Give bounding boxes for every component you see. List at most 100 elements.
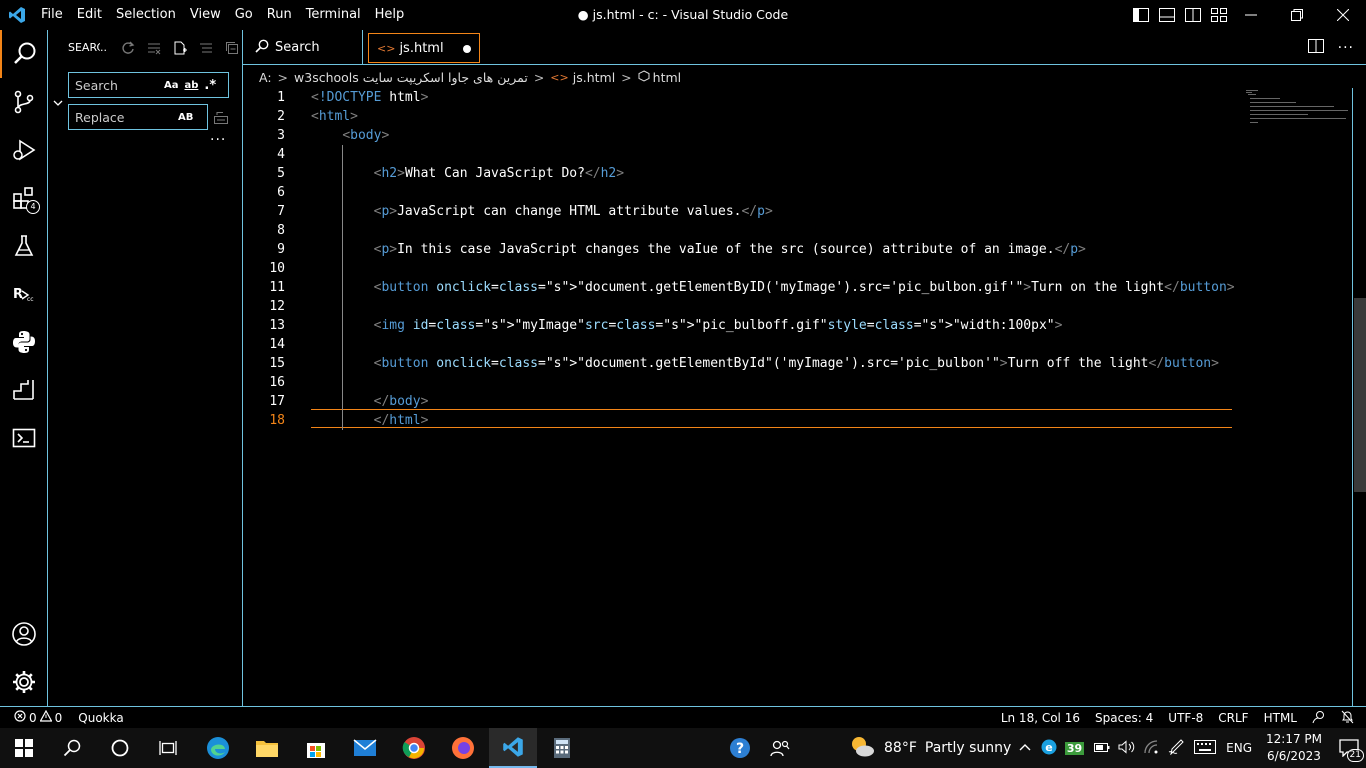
run-debug-icon[interactable] <box>0 126 48 174</box>
refresh-icon[interactable] <box>119 39 137 57</box>
menu-edit[interactable]: Edit <box>70 0 109 30</box>
breadcrumb-file[interactable]: js.html <box>573 70 615 85</box>
breadcrumb-folder[interactable]: تمرین های جاوا اسکریپت سایت w3schools <box>294 70 528 85</box>
menu-help[interactable]: Help <box>368 0 412 30</box>
collapse-all-icon[interactable] <box>223 39 241 57</box>
view-as-tree-icon[interactable] <box>197 39 215 57</box>
indentation[interactable]: Spaces: 4 <box>1095 711 1153 725</box>
search-details-toggle[interactable]: ... <box>210 128 226 144</box>
tray-app-badge[interactable]: 39 <box>1064 741 1085 755</box>
new-search-editor-icon[interactable] <box>171 39 189 57</box>
extensions-icon[interactable]: 4 <box>0 174 48 222</box>
terminal-icon[interactable] <box>0 414 48 462</box>
touch-keyboard-icon[interactable] <box>1194 739 1217 757</box>
search-view-icon[interactable] <box>0 30 48 78</box>
firefox-browser-icon[interactable] <box>439 728 487 768</box>
notifications-bell-icon[interactable] <box>1341 710 1354 727</box>
menu-terminal[interactable]: Terminal <box>299 0 368 30</box>
code-line[interactable]: 18 </html> <box>243 411 1343 430</box>
account-icon[interactable] <box>0 610 48 658</box>
code-line[interactable]: 7 <p>JavaScript can change HTML attribut… <box>243 202 1343 221</box>
staircase-icon[interactable] <box>0 366 48 414</box>
preserve-case-toggle[interactable]: AB <box>175 112 196 123</box>
code-line[interactable]: 1 <!DOCTYPE html> <box>243 88 1343 107</box>
code-line[interactable]: 8 <box>243 221 1343 240</box>
menu-go[interactable]: Go <box>228 0 260 30</box>
customize-layout-icon[interactable] <box>1210 6 1228 24</box>
language-mode[interactable]: HTML <box>1264 711 1297 725</box>
people-search-icon[interactable] <box>756 728 804 768</box>
code-line[interactable]: 6 <box>243 183 1343 202</box>
code-line[interactable]: 13 <img id=class="s">"myImage"src=class=… <box>243 316 1343 335</box>
input-language[interactable]: ENG <box>1226 741 1252 755</box>
show-hidden-icons-chevron-icon[interactable] <box>1019 741 1031 755</box>
cursor-position[interactable]: Ln 18, Col 16 <box>1001 711 1080 725</box>
breadcrumb-symbol[interactable]: html <box>653 70 681 85</box>
code-line[interactable]: 14 <box>243 335 1343 354</box>
menu-run[interactable]: Run <box>260 0 299 30</box>
code-line[interactable]: 4 <box>243 145 1343 164</box>
tab-search[interactable]: Search <box>243 30 363 65</box>
breadcrumb-drive[interactable]: A: <box>259 70 272 85</box>
mail-icon[interactable] <box>341 728 389 768</box>
volume-icon[interactable] <box>1118 739 1136 757</box>
vscode-taskbar-icon[interactable] <box>489 728 537 768</box>
toggle-sidebar-icon[interactable] <box>1132 6 1150 24</box>
cortana-icon[interactable] <box>96 728 144 768</box>
restore-icon[interactable] <box>1274 0 1320 30</box>
use-regex-toggle[interactable]: .* <box>201 78 219 93</box>
battery-icon[interactable] <box>1092 740 1110 757</box>
code-editor[interactable]: 1 <!DOCTYPE html> 2 <html> 3 <body> 4 5 <h2>Wh… <box>243 88 1352 706</box>
match-case-toggle[interactable]: Aa <box>161 80 182 91</box>
file-explorer-icon[interactable] <box>243 728 291 768</box>
pen-workspace-icon[interactable] <box>1168 738 1186 758</box>
replace-input[interactable] <box>69 109 161 125</box>
end-of-line[interactable]: CRLF <box>1218 711 1248 725</box>
more-actions-icon[interactable]: ··· <box>1338 40 1354 56</box>
code-line[interactable]: 15 <button onclick=class="s">"document.g… <box>243 354 1343 373</box>
code-line[interactable]: 5 <h2>What Can JavaScript Do?</h2> <box>243 164 1343 183</box>
split-editor-icon[interactable] <box>1307 38 1324 57</box>
source-control-icon[interactable] <box>0 78 48 126</box>
replace-all-icon[interactable] <box>213 110 229 129</box>
testing-flask-icon[interactable] <box>0 222 48 270</box>
system-clock[interactable]: 12:17 PM 6/6/2023 <box>1266 731 1322 765</box>
minimize-icon[interactable] <box>1228 0 1274 30</box>
code-line[interactable]: 3 <body> <box>243 126 1343 145</box>
python-icon[interactable] <box>0 318 48 366</box>
code-line[interactable]: 16 <box>243 373 1343 392</box>
calculator-icon[interactable] <box>538 728 586 768</box>
settings-gear-icon[interactable] <box>0 658 48 706</box>
clear-results-icon[interactable] <box>145 39 163 57</box>
toggle-panel-icon[interactable] <box>1158 6 1176 24</box>
tab-js-html[interactable]: <> js.html <box>368 33 480 63</box>
code-line[interactable]: 17 </body> <box>243 392 1343 411</box>
weather-widget[interactable]: 88°F Partly sunny <box>848 728 1011 768</box>
wifi-icon[interactable] <box>1144 739 1160 757</box>
code-line[interactable]: 9 <p>In this case JavaScript changes the… <box>243 240 1343 259</box>
editor-scrollbar[interactable] <box>1352 88 1366 706</box>
chrome-browser-icon[interactable] <box>390 728 438 768</box>
windows-start-icon[interactable] <box>0 728 48 768</box>
code-line[interactable]: 12 <box>243 297 1343 316</box>
search-input[interactable] <box>69 77 161 93</box>
taskbar-search-icon[interactable] <box>48 728 96 768</box>
tray-app-e-icon[interactable]: e <box>1041 739 1057 758</box>
feedback-icon[interactable] <box>1312 710 1326 727</box>
task-view-icon[interactable] <box>144 728 192 768</box>
toggle-secondary-sidebar-icon[interactable] <box>1184 6 1202 24</box>
unsaved-dot-icon[interactable] <box>463 45 471 53</box>
action-center-icon[interactable]: 21 <box>1332 728 1366 768</box>
scrollbar-thumb[interactable] <box>1354 298 1366 492</box>
match-whole-word-toggle[interactable]: ab <box>182 80 202 91</box>
toggle-replace-chevron-icon[interactable] <box>52 94 64 113</box>
menu-selection[interactable]: Selection <box>109 0 183 30</box>
problems-indicator[interactable]: 0 0 <box>14 709 62 725</box>
microsoft-store-icon[interactable] <box>292 728 340 768</box>
code-line[interactable]: 2 <html> <box>243 107 1343 126</box>
encoding[interactable]: UTF-8 <box>1168 711 1203 725</box>
edge-browser-icon[interactable] <box>194 728 242 768</box>
close-icon[interactable] <box>1320 0 1366 30</box>
menu-view[interactable]: View <box>183 0 228 30</box>
menu-file[interactable]: File <box>34 0 70 30</box>
